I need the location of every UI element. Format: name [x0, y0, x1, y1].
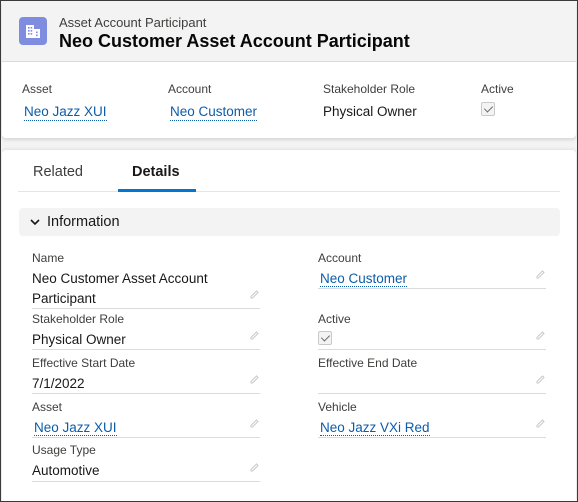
active-checkbox [318, 331, 332, 345]
field-asset: Asset Neo Jazz XUI [32, 400, 260, 438]
field-label: Name [32, 251, 65, 265]
field-name: Name Neo Customer Asset Account Particip… [32, 251, 260, 309]
pencil-icon[interactable] [535, 374, 546, 385]
asset-link[interactable]: Neo Jazz XUI [24, 104, 107, 121]
pencil-icon[interactable] [249, 289, 260, 300]
field-label: Effective End Date [318, 356, 418, 370]
field-label: Usage Type [32, 443, 96, 457]
pencil-icon[interactable] [535, 418, 546, 429]
field-effective-end-date: Effective End Date [318, 356, 546, 394]
pencil-icon[interactable] [249, 418, 260, 429]
field-label: Effective Start Date [32, 356, 136, 370]
pencil-icon[interactable] [249, 462, 260, 473]
object-type-label: Asset Account Participant [59, 15, 207, 30]
tab-related[interactable]: Related [33, 164, 83, 180]
field-label: Stakeholder Role [32, 312, 125, 326]
highlight-account: Account Neo Customer [168, 82, 258, 121]
active-checkbox [481, 102, 495, 116]
chevron-down-icon [30, 219, 40, 226]
field-effective-start-date: Effective Start Date 7/1/2022 [32, 356, 260, 394]
highlight-label: Active [481, 82, 514, 96]
field-vehicle: Vehicle Neo Jazz VXi Red [318, 400, 546, 438]
record-header: Asset Account Participant Neo Customer A… [2, 2, 576, 62]
page-title: Neo Customer Asset Account Participant [59, 31, 410, 51]
highlights-panel: Asset Account Participant Neo Customer A… [2, 2, 576, 138]
pencil-icon[interactable] [249, 330, 260, 341]
highlight-active: Active [481, 82, 514, 119]
tab-bar: Related Details [18, 150, 560, 192]
building-icon [19, 17, 47, 45]
asset-link[interactable]: Neo Jazz XUI [34, 420, 117, 436]
section-title: Information [47, 214, 120, 230]
pencil-icon[interactable] [535, 330, 546, 341]
account-link[interactable]: Neo Customer [320, 271, 408, 287]
account-link[interactable]: Neo Customer [170, 104, 258, 121]
field-value: 7/1/2022 [32, 376, 85, 391]
highlight-label: Account [168, 82, 212, 96]
field-usage-type: Usage Type Automotive [32, 443, 260, 482]
field-account: Account Neo Customer [318, 251, 546, 289]
highlight-asset: Asset Neo Jazz XUI [22, 82, 107, 121]
pencil-icon[interactable] [249, 374, 260, 385]
highlight-label: Asset [22, 82, 53, 96]
field-label: Account [318, 251, 362, 265]
pencil-icon[interactable] [535, 269, 546, 280]
field-label: Vehicle [318, 400, 357, 414]
highlight-label: Stakeholder Role [323, 82, 416, 96]
field-value: Neo Customer Asset Account Participant [32, 271, 208, 306]
field-value: Automotive [32, 463, 100, 478]
highlight-stakeholder-role: Stakeholder Role Physical Owner [323, 82, 417, 119]
record-page: Asset Account Participant Neo Customer A… [0, 0, 578, 502]
highlight-value: Physical Owner [323, 104, 417, 119]
field-label: Asset [32, 400, 63, 414]
field-value: Physical Owner [32, 332, 126, 347]
tab-details[interactable]: Details [132, 164, 180, 180]
vehicle-link[interactable]: Neo Jazz VXi Red [320, 420, 430, 436]
active-tab-indicator [118, 189, 196, 192]
field-active: Active [318, 312, 546, 350]
field-label: Active [318, 312, 351, 326]
field-stakeholder-role: Stakeholder Role Physical Owner [32, 312, 260, 350]
detail-panel: Related Details Information Name Neo Cus… [2, 150, 576, 501]
section-information-toggle[interactable]: Information [19, 208, 560, 236]
